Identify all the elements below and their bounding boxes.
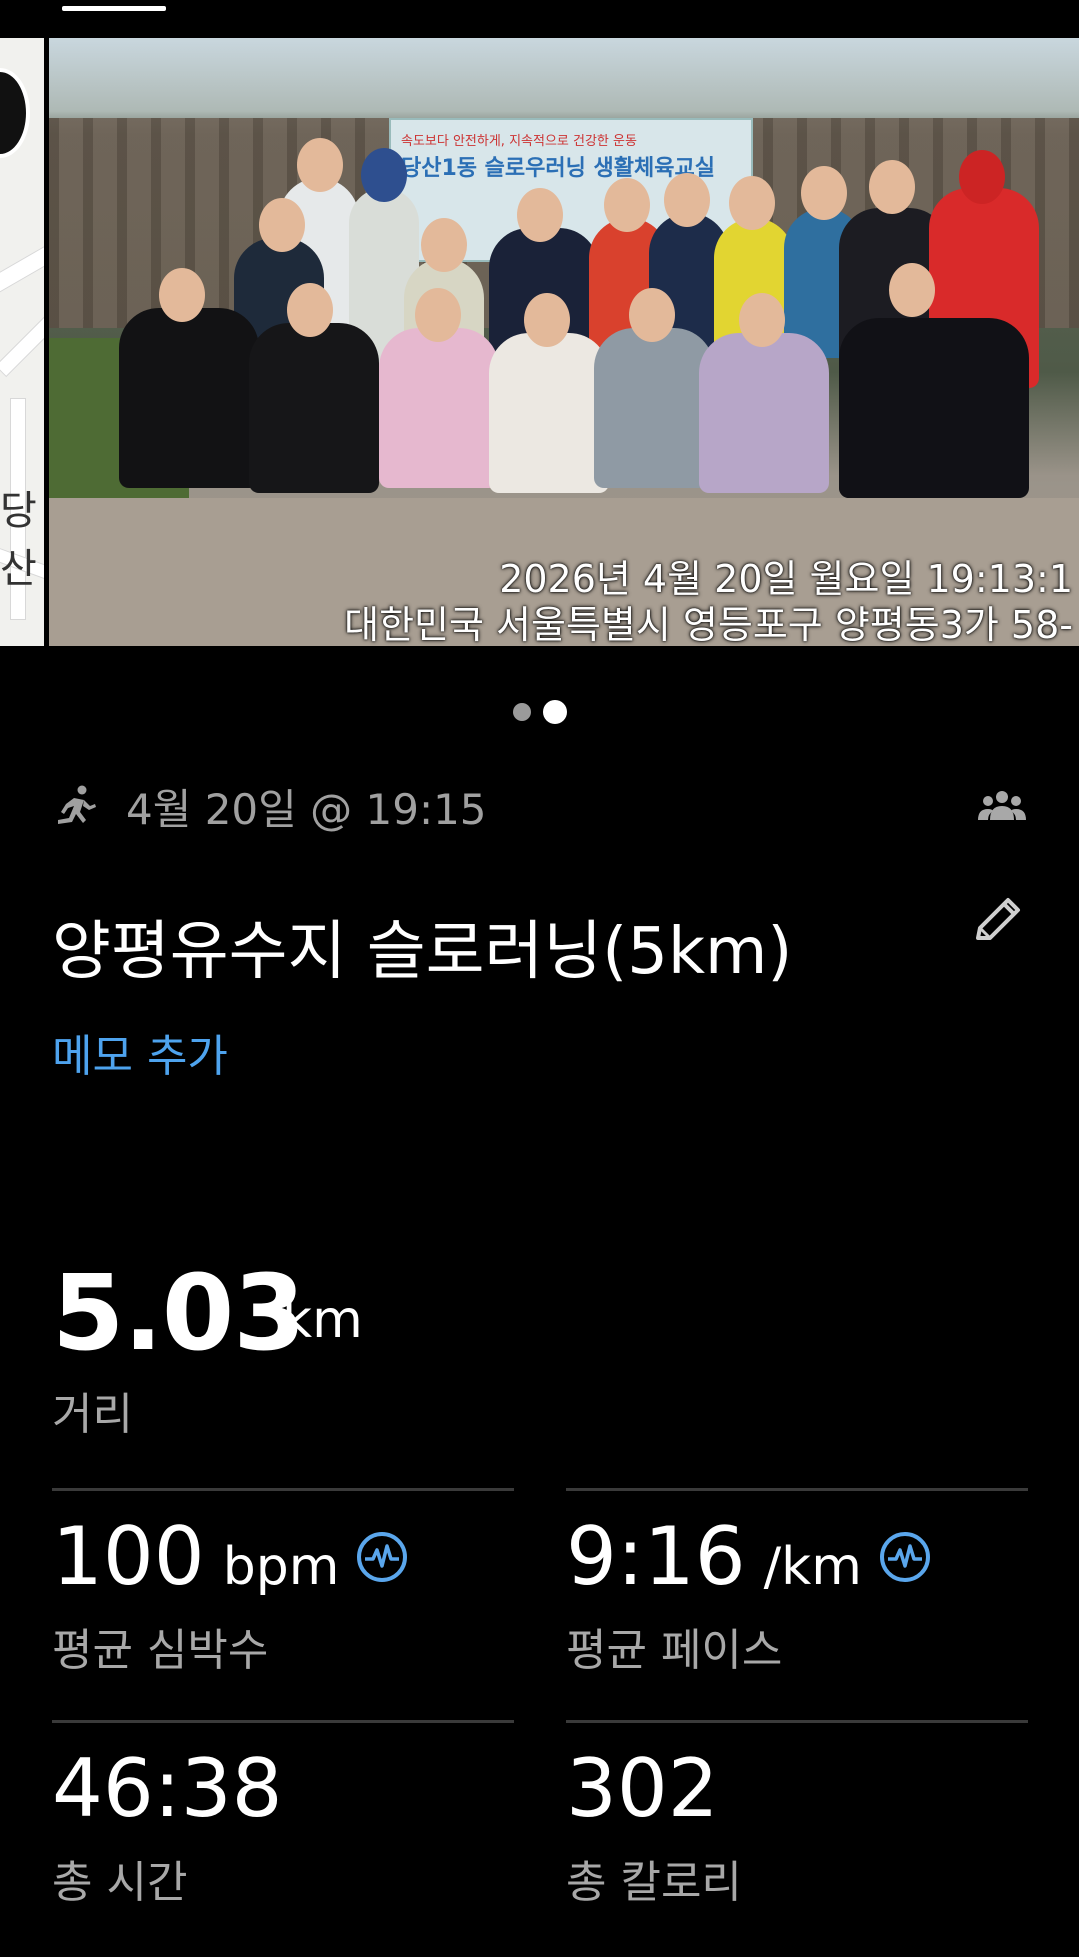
pencil-icon[interactable]	[968, 894, 1026, 952]
add-memo-link[interactable]: 메모 추가	[52, 1020, 228, 1084]
distance-unit: km	[282, 1290, 363, 1350]
stat-divider	[566, 1488, 1028, 1491]
photo-person	[249, 323, 379, 493]
photo-person-head	[739, 293, 785, 347]
photo-person-head	[629, 288, 675, 342]
running-icon	[58, 785, 96, 824]
photo-person-head	[297, 138, 343, 192]
route-map-thumbnail[interactable]: 당산	[0, 38, 44, 646]
total-calories-value: 302	[566, 1742, 719, 1835]
photo-banner-line2: 당산1동 슬로우러닝 생활체육교실	[401, 156, 715, 181]
map-label: 당산	[0, 488, 37, 592]
photo-location-caption: 대한민국 서울특별시 영등포구 양평동3가 58-	[344, 603, 1073, 646]
photo-person-head	[869, 160, 915, 214]
photo-banner-line1: 속도보다 안전하게, 지속적으로 건강한 운동	[401, 134, 637, 149]
photo-person	[379, 328, 499, 488]
photo-person-head	[729, 176, 775, 230]
photo-person-head	[517, 188, 563, 242]
page-dot[interactable]	[512, 703, 531, 721]
photo-person-head	[801, 166, 847, 220]
stat-divider	[52, 1720, 514, 1723]
pace-label: 평균 페이스	[566, 1625, 783, 1676]
photo-person-head	[524, 293, 570, 347]
heart-rate-value: 100	[52, 1510, 205, 1603]
photo-person	[119, 308, 259, 488]
tab-indicator	[62, 6, 166, 11]
group-icon[interactable]	[978, 790, 1026, 822]
heart-rate-unit: bpm	[222, 1537, 340, 1597]
photo-person-head	[959, 150, 1005, 204]
activity-title: 양평유수지 슬로러닝(5km)	[52, 915, 793, 989]
media-carousel[interactable]: 당산 속도보다 안전하게, 지속적으로 건강한 운동 당산1동 슬로우러닝 생활…	[0, 38, 1079, 646]
distance-label: 거리	[52, 1389, 133, 1440]
activity-meta: 4월 20일 @ 19:15	[52, 778, 487, 834]
status-bar	[0, 0, 1079, 38]
photo-person	[489, 333, 609, 493]
photo-person	[699, 333, 829, 493]
photo-person	[594, 328, 714, 488]
photo-person	[839, 318, 1029, 498]
photo-person-head	[361, 148, 407, 202]
map-marker-icon	[0, 68, 30, 158]
distance-value: 5.03	[52, 1252, 306, 1374]
photo-person-head	[604, 178, 650, 232]
pace-value: 9:16	[566, 1510, 746, 1603]
photo-person-head	[421, 218, 467, 272]
stat-divider	[566, 1720, 1028, 1723]
photo-person-head	[287, 283, 333, 337]
page-dot-active[interactable]	[542, 700, 567, 724]
total-time-label: 총 시간	[52, 1857, 188, 1908]
photo-person-head	[664, 173, 710, 227]
heart-rate-icon[interactable]	[355, 1530, 409, 1584]
photo-person-head	[259, 198, 305, 252]
heart-rate-label: 평균 심박수	[52, 1625, 269, 1676]
photo-person-head	[889, 263, 935, 317]
stat-divider	[52, 1488, 514, 1491]
group-photo[interactable]: 속도보다 안전하게, 지속적으로 건강한 운동 당산1동 슬로우러닝 생활체육교…	[49, 38, 1079, 646]
photo-person-head	[159, 268, 205, 322]
pace-unit: /km	[763, 1537, 862, 1597]
heart-rate-icon[interactable]	[878, 1530, 932, 1584]
total-time-value: 46:38	[52, 1742, 283, 1835]
carousel-page-indicator	[0, 700, 1079, 724]
total-calories-label: 총 칼로리	[566, 1857, 742, 1908]
photo-person-head	[415, 288, 461, 342]
activity-datetime: 4월 20일 @ 19:15	[126, 784, 487, 834]
